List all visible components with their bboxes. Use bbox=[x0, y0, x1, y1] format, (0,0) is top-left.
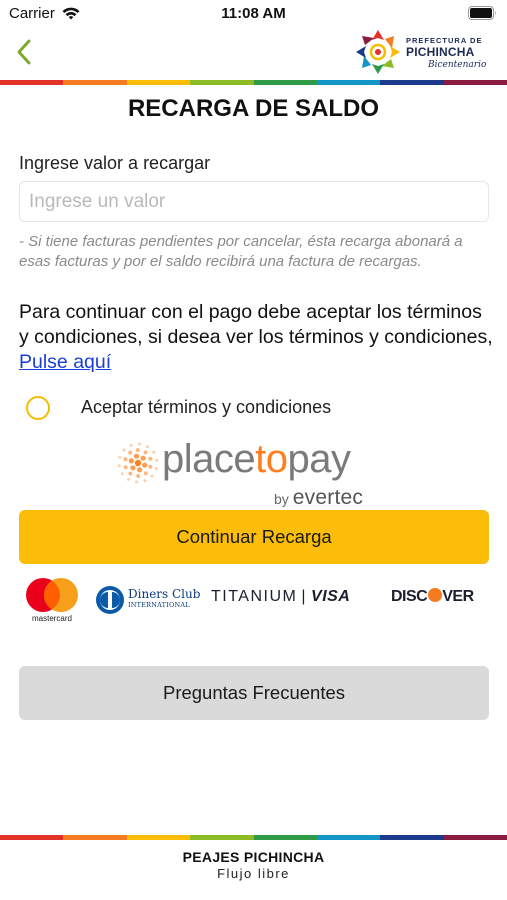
strip-segment bbox=[443, 80, 507, 85]
placetopay-dot bbox=[154, 467, 158, 471]
faq-button[interactable]: Preguntas Frecuentes bbox=[19, 666, 489, 720]
navigation-bar: PREFECTURA DE PICHINCHA Bicentenario bbox=[0, 28, 507, 80]
placetopay-dot bbox=[148, 464, 153, 469]
placetopay-word-pay: pay bbox=[287, 437, 351, 481]
by-evertec: by evertec bbox=[274, 486, 363, 510]
terms-link[interactable]: Pulse aquí bbox=[19, 351, 111, 373]
placetopay-wordmark: placetopay bbox=[162, 437, 351, 482]
discover-o-icon bbox=[427, 588, 442, 602]
strip-segment bbox=[126, 80, 191, 85]
strip-segment bbox=[316, 80, 381, 85]
placetopay-dot bbox=[143, 471, 148, 476]
discover-label-pre: DISC bbox=[391, 588, 428, 605]
placetopay-dot bbox=[128, 471, 133, 476]
strip-segment bbox=[0, 835, 64, 840]
placetopay-dot bbox=[148, 456, 153, 461]
diners-club-name: Diners Club bbox=[128, 587, 201, 601]
by-label: by bbox=[274, 491, 289, 507]
footer-title: PEAJES PICHINCHA bbox=[182, 849, 325, 865]
placetopay-dot bbox=[123, 457, 128, 462]
strip-segment bbox=[253, 80, 317, 85]
strip-segment bbox=[253, 835, 317, 840]
prefectura-emblem-icon bbox=[356, 30, 400, 74]
battery-icon bbox=[468, 6, 496, 20]
status-time: 11:08 AM bbox=[221, 5, 286, 22]
prefectura-logo: PREFECTURA DE PICHINCHA Bicentenario bbox=[354, 28, 504, 76]
placetopay-dot bbox=[146, 445, 149, 449]
header-color-strip bbox=[0, 80, 507, 85]
strip-segment bbox=[0, 80, 64, 85]
diners-club-icon bbox=[96, 586, 124, 614]
accept-terms-label: Aceptar términos y condiciones bbox=[81, 397, 332, 417]
accepted-cards: mastercard Diners Club INTERNATIONAL TIT… bbox=[0, 574, 507, 624]
footer-subtitle: Flujo libre bbox=[217, 866, 290, 881]
placetopay-dot bbox=[135, 448, 140, 452]
status-bar: Carrier 11:08 AM bbox=[0, 0, 507, 28]
diners-club-logo: Diners Club INTERNATIONAL bbox=[95, 585, 200, 615]
placetopay-dot bbox=[140, 455, 146, 461]
strip-segment bbox=[380, 835, 444, 840]
visa-label: VISA bbox=[311, 588, 351, 605]
placetopay-dot bbox=[127, 477, 130, 481]
footer-color-strip bbox=[0, 835, 507, 840]
placetopay-dot bbox=[143, 450, 148, 455]
placetopay-dot bbox=[128, 458, 134, 464]
page-title: RECARGA DE SALDO bbox=[127, 95, 380, 122]
placetopay-dot bbox=[122, 448, 126, 452]
mastercard-logo: mastercard bbox=[24, 577, 80, 623]
discover-logo: DISC VER bbox=[391, 588, 474, 606]
recharge-note: - Si tiene facturas pendientes por cance… bbox=[19, 233, 463, 270]
placetopay-dot bbox=[120, 472, 124, 476]
placetopay-dot bbox=[123, 465, 128, 470]
evertec-label: evertec bbox=[292, 486, 364, 509]
placetopay-dot bbox=[129, 443, 133, 447]
strip-segment bbox=[126, 835, 191, 840]
placetopay-dot bbox=[117, 464, 121, 468]
amount-field-label: Ingrese valor a recargar bbox=[19, 153, 211, 173]
logo-text-prefectura: PREFECTURA DE bbox=[406, 36, 483, 45]
mastercard-label: mastercard bbox=[31, 614, 72, 623]
placetopay-dots-icon bbox=[117, 442, 159, 484]
strip-segment bbox=[63, 835, 127, 840]
back-button[interactable] bbox=[8, 36, 40, 68]
placetopay-word-place: place bbox=[162, 437, 256, 481]
terms-text: Para continuar con el pago debe aceptar … bbox=[19, 301, 493, 348]
accept-terms-radio[interactable]: Aceptar términos y condiciones bbox=[26, 395, 331, 421]
logo-text-pichincha: PICHINCHA bbox=[406, 45, 475, 59]
strip-segment bbox=[190, 835, 254, 840]
titanium-visa-logo: TITANIUM | VISA bbox=[211, 588, 350, 606]
radio-circle-icon bbox=[26, 396, 50, 420]
placetopay-dot bbox=[130, 465, 136, 471]
placetopay-dot bbox=[136, 474, 141, 478]
diners-club-sub: INTERNATIONAL bbox=[128, 601, 190, 609]
placetopay-dot bbox=[143, 479, 147, 483]
placetopay-dot bbox=[118, 455, 122, 459]
discover-label-post: VER bbox=[442, 588, 474, 605]
terms-paragraph: Para continuar con el pago debe aceptar … bbox=[19, 300, 494, 375]
amount-input[interactable] bbox=[19, 181, 489, 222]
titanium-label: TITANIUM bbox=[211, 588, 298, 605]
placetopay-dot bbox=[155, 458, 159, 462]
placetopay-word-to: to bbox=[255, 437, 288, 481]
placetopay-dot bbox=[133, 453, 139, 459]
strip-segment bbox=[316, 835, 381, 840]
strip-segment bbox=[190, 80, 254, 85]
placetopay-dot bbox=[142, 462, 148, 468]
continue-recharge-button[interactable]: Continuar Recarga bbox=[19, 510, 489, 564]
strip-segment bbox=[443, 835, 507, 840]
placetopay-dot bbox=[135, 480, 139, 484]
placetopay-dot bbox=[134, 459, 142, 467]
placetopay-logo: placetopay by evertec bbox=[114, 437, 404, 510]
placetopay-dot bbox=[128, 450, 133, 455]
logo-text-bicentenario: Bicentenario bbox=[428, 60, 487, 70]
placetopay-dot bbox=[137, 467, 143, 473]
placetopay-dot bbox=[150, 474, 154, 478]
titanium-separator: | bbox=[301, 588, 308, 605]
placetopay-dot bbox=[152, 450, 156, 454]
strip-segment bbox=[63, 80, 127, 85]
placetopay-dot bbox=[137, 442, 141, 446]
mastercard-icon bbox=[26, 578, 78, 612]
strip-segment bbox=[380, 80, 444, 85]
chevron-left-icon bbox=[17, 39, 31, 65]
